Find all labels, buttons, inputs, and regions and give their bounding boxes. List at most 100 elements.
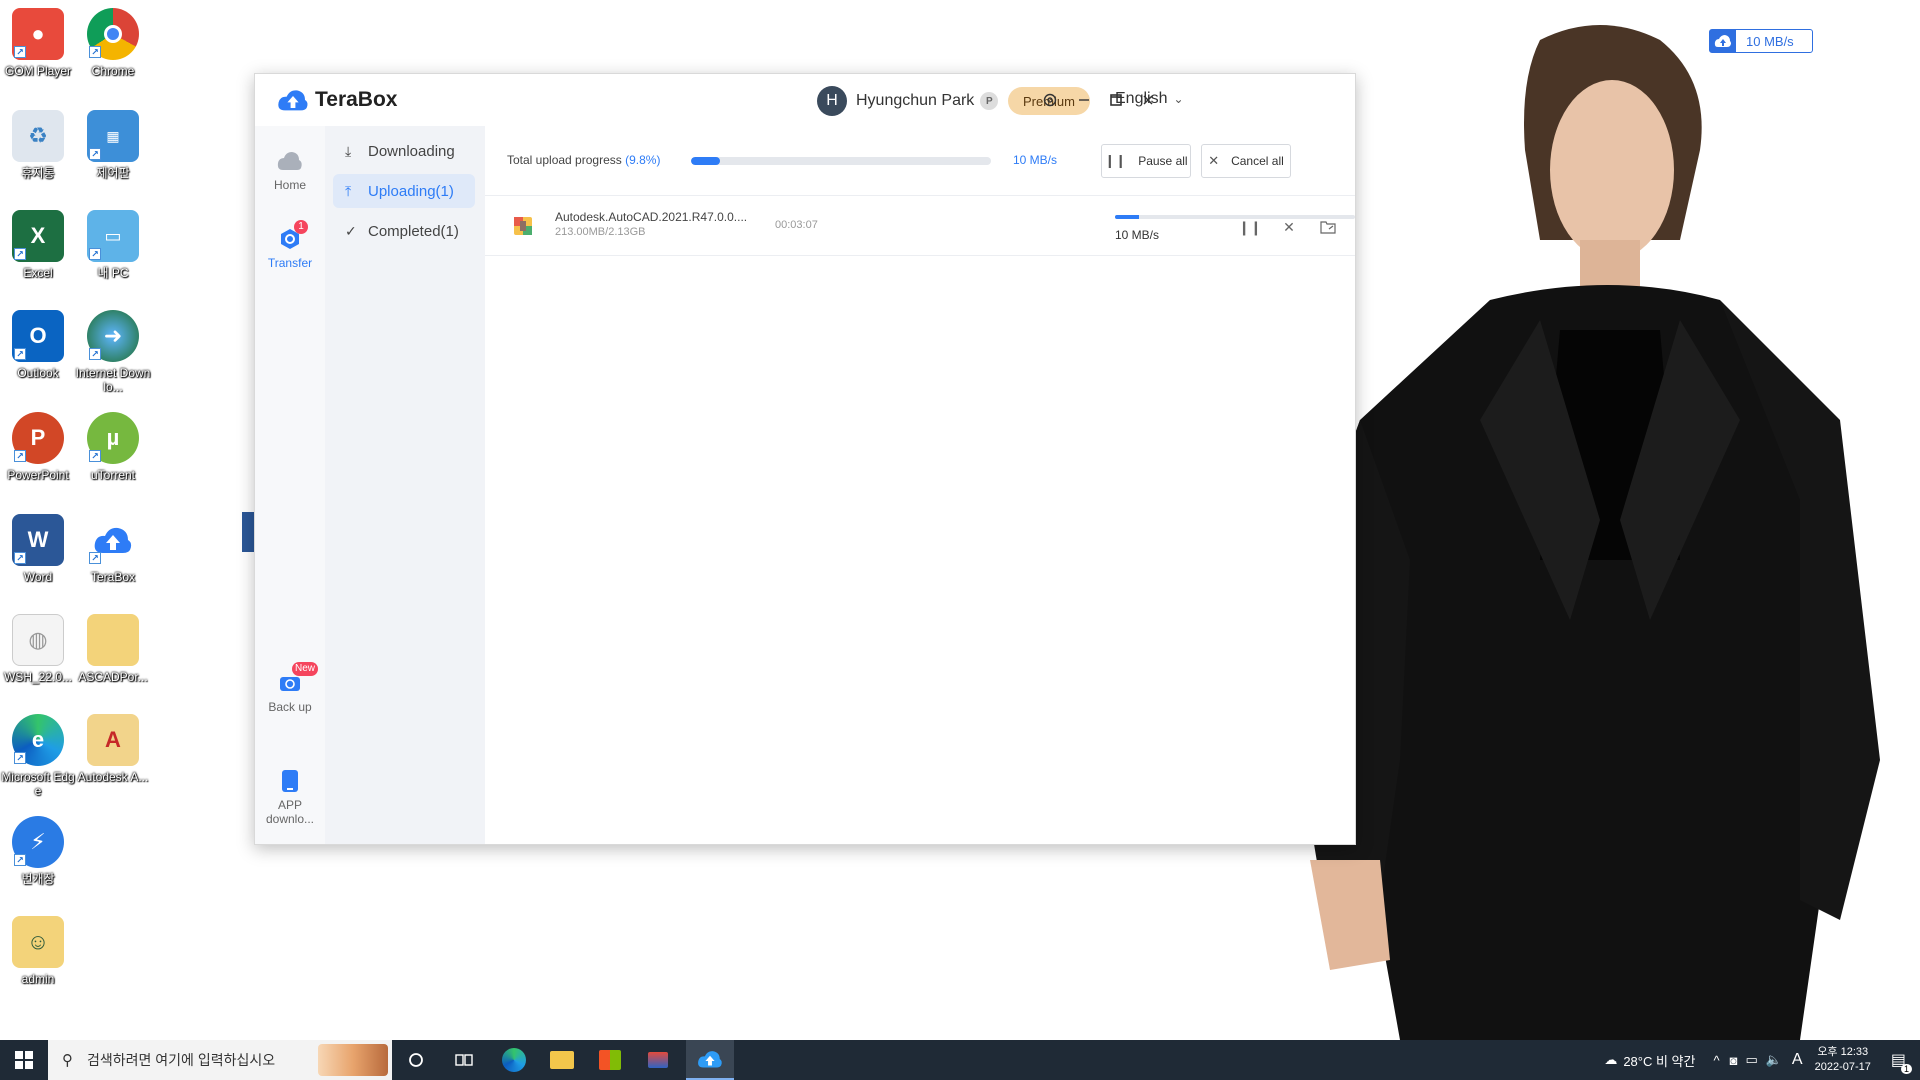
- check-circle-icon: ✓: [345, 222, 357, 239]
- volume-icon[interactable]: 🔈: [1766, 1052, 1782, 1068]
- search-icon: ⚲: [62, 1052, 73, 1069]
- progress-text: Total upload progress: [507, 153, 622, 167]
- internet-download-manager-icon: ➜ ↗: [87, 310, 139, 362]
- desktop-icon-utorrent[interactable]: µ ↗ uTorrent: [75, 412, 151, 482]
- start-button[interactable]: [0, 1040, 48, 1080]
- desktop-icon-chrome[interactable]: ↗ Chrome: [75, 8, 151, 78]
- document-file-icon: ◍: [12, 614, 64, 666]
- desktop-icon-powerpoint[interactable]: P ↗ PowerPoint: [0, 412, 76, 482]
- upload-cloud-icon: [1710, 30, 1736, 52]
- desktop-icon-admin[interactable]: ☺ admin: [0, 916, 76, 986]
- minimize-icon[interactable]: [1072, 88, 1096, 112]
- time-remaining: 00:03:07: [775, 219, 818, 231]
- taskbar-edge[interactable]: [490, 1040, 538, 1080]
- powerpoint-icon: P ↗: [12, 412, 64, 464]
- store-icon: [599, 1050, 621, 1070]
- weather-text[interactable]: 28°C 비 약간: [1623, 1051, 1695, 1070]
- nav-backup[interactable]: New Back up: [255, 662, 325, 714]
- terabox-icon: [698, 1051, 722, 1068]
- desktop-icon-edge[interactable]: e ↗ Microsoft Edge: [0, 714, 76, 798]
- desktop-icon-outlook[interactable]: O ↗ Outlook: [0, 310, 76, 380]
- progress-percent: (9.8%): [625, 153, 661, 167]
- taskbar-file-explorer[interactable]: [538, 1040, 586, 1080]
- taskbar-search-input[interactable]: ⚲ 검색하려면 여기에 입력하십시오: [48, 1040, 392, 1080]
- excel-icon: X ↗: [12, 210, 64, 262]
- desktop-icon-this-pc[interactable]: ▭ ↗ 내 PC: [75, 210, 151, 280]
- close-icon[interactable]: [1136, 88, 1160, 112]
- user-name[interactable]: Hyungchun Park: [856, 92, 974, 110]
- nav-label: Transfer: [267, 256, 313, 270]
- clock-date: 2022-07-17: [1814, 1061, 1871, 1073]
- cancel-all-button[interactable]: ✕ Cancel all: [1201, 144, 1291, 178]
- windows-icon: [15, 1051, 33, 1069]
- desktop-icon-word[interactable]: W ↗ Word: [0, 514, 76, 584]
- ime-indicator[interactable]: A: [1792, 1051, 1803, 1069]
- tab-label: Uploading(1): [368, 182, 454, 200]
- terabox-icon: ↗: [87, 514, 139, 566]
- taskbar-task-view[interactable]: [440, 1040, 488, 1080]
- desktop-icon-label: Excel: [23, 266, 53, 280]
- nav-label: Home: [273, 178, 306, 192]
- open-folder-icon[interactable]: [1317, 216, 1339, 238]
- desktop-icon-wsh-file[interactable]: ◍ WSH_22.0...: [0, 614, 76, 684]
- camera-icon[interactable]: ◙: [1730, 1053, 1738, 1068]
- taskbar-terabox[interactable]: [686, 1040, 734, 1080]
- tab-uploading[interactable]: ⤒ Uploading(1): [333, 174, 475, 208]
- desktop-icon-label: Microsoft Edge: [1, 770, 75, 798]
- clock[interactable]: 오후 12:33 2022-07-17: [1815, 1045, 1871, 1075]
- archive-file-icon: [513, 216, 533, 236]
- upload-icon: ⤒: [345, 182, 352, 199]
- cancel-icon[interactable]: ✕: [1278, 216, 1300, 238]
- file-progress-fill: [1115, 215, 1139, 219]
- desktop-icon-control-panel[interactable]: ▦ ↗ 제어판: [75, 110, 151, 180]
- task-view-button[interactable]: [392, 1040, 440, 1080]
- desktop-icon-recycle-bin[interactable]: ♻ 휴지통: [0, 110, 76, 180]
- folder-icon: [87, 614, 139, 666]
- weather-cloud-icon[interactable]: ☁: [1604, 1052, 1617, 1068]
- desktop-icon-excel[interactable]: X ↗ Excel: [0, 210, 76, 280]
- terabox-logo-icon: [278, 90, 308, 111]
- file-speed: 10 MB/s: [1115, 228, 1160, 242]
- nav-app-download[interactable]: APP downlo...: [255, 768, 325, 826]
- network-icon[interactable]: ▭: [1745, 1052, 1757, 1068]
- tab-completed[interactable]: ✓ Completed(1): [333, 214, 475, 248]
- cortana-icon: [409, 1053, 423, 1067]
- maximize-icon[interactable]: [1104, 88, 1128, 112]
- desktop-icon-label: 제어판: [96, 166, 130, 180]
- desktop-icon-autodesk[interactable]: A Autodesk A...: [75, 714, 151, 784]
- home-cloud-icon: [276, 148, 304, 174]
- app-logo: TeraBox: [277, 88, 397, 112]
- desktop-icon-partial[interactable]: [242, 512, 254, 552]
- user-folder-icon: ☺: [12, 916, 64, 968]
- total-progress-bar: [691, 157, 991, 165]
- chevron-up-icon[interactable]: ^: [1713, 1053, 1719, 1068]
- desktop-icon-gom-player[interactable]: ● ↗ GOM Player: [0, 8, 76, 78]
- upload-task-row[interactable]: Autodesk.AutoCAD.2021.R47.0.0.... 213.00…: [485, 198, 1355, 256]
- settings-icon[interactable]: [1038, 88, 1062, 112]
- tab-downloading[interactable]: ⤓ Downloading: [333, 134, 475, 168]
- desktop-icon-ascadpor-folder[interactable]: ASCADPor...: [75, 614, 151, 684]
- nav-home[interactable]: Home: [255, 148, 325, 192]
- avatar[interactable]: H: [817, 86, 847, 116]
- taskbar-store[interactable]: [586, 1040, 634, 1080]
- total-progress-label: Total upload progress (9.8%): [507, 153, 660, 167]
- desktop-icon-terabox[interactable]: ↗ TeraBox: [75, 514, 151, 584]
- user-account[interactable]: H Hyungchun Park P: [817, 86, 999, 116]
- notification-count: 1: [1900, 1064, 1912, 1074]
- desktop-icon-label: Autodesk A...: [77, 770, 149, 784]
- desktop-icon-thunder[interactable]: ⚡ ↗ 번개장: [0, 816, 76, 886]
- taskbar-app-misc[interactable]: [634, 1040, 682, 1080]
- control-panel-icon: ▦ ↗: [87, 110, 139, 162]
- desktop-icon-internet-download[interactable]: ➜ ↗ Internet Downlo...: [75, 310, 151, 394]
- desktop-icon-label: GOM Player: [4, 64, 71, 78]
- pause-all-button[interactable]: ❙❙ Pause all: [1101, 144, 1191, 178]
- nav-transfer[interactable]: 1 Transfer: [255, 220, 325, 270]
- desktop-icon-label: Outlook: [17, 366, 59, 380]
- lightning-icon: ⚡ ↗: [12, 816, 64, 868]
- notification-icon[interactable]: ▤ 1: [1891, 1050, 1912, 1074]
- terabox-speed-widget[interactable]: 10 MB/s: [1709, 29, 1813, 53]
- pause-icon[interactable]: ❙❙: [1238, 216, 1261, 238]
- pause-icon: ❙❙: [1104, 153, 1127, 168]
- desktop-icon-label: uTorrent: [90, 468, 136, 482]
- speed-widget-value: 10 MB/s: [1746, 33, 1794, 49]
